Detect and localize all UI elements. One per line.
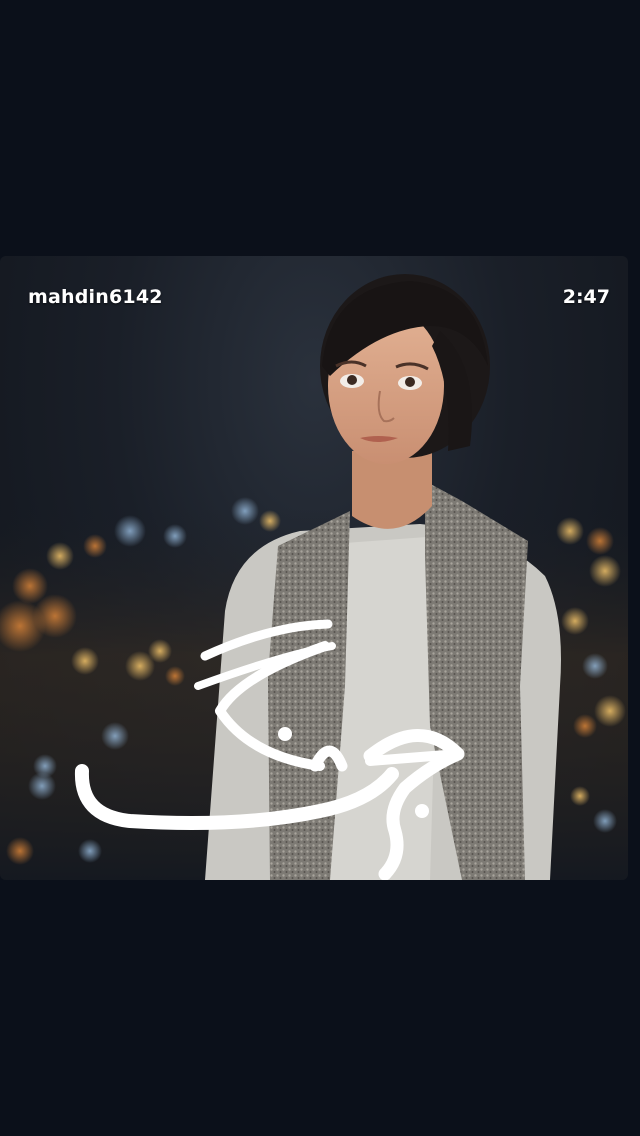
frame-edge <box>628 256 640 880</box>
video-duration: 2:47 <box>562 286 610 308</box>
calligraphy-overlay-text <box>74 619 465 880</box>
screen: mahdin6142 2:47 <box>0 0 640 1136</box>
username-label[interactable]: mahdin6142 <box>28 286 163 308</box>
video-player[interactable]: mahdin6142 2:47 <box>0 256 628 880</box>
